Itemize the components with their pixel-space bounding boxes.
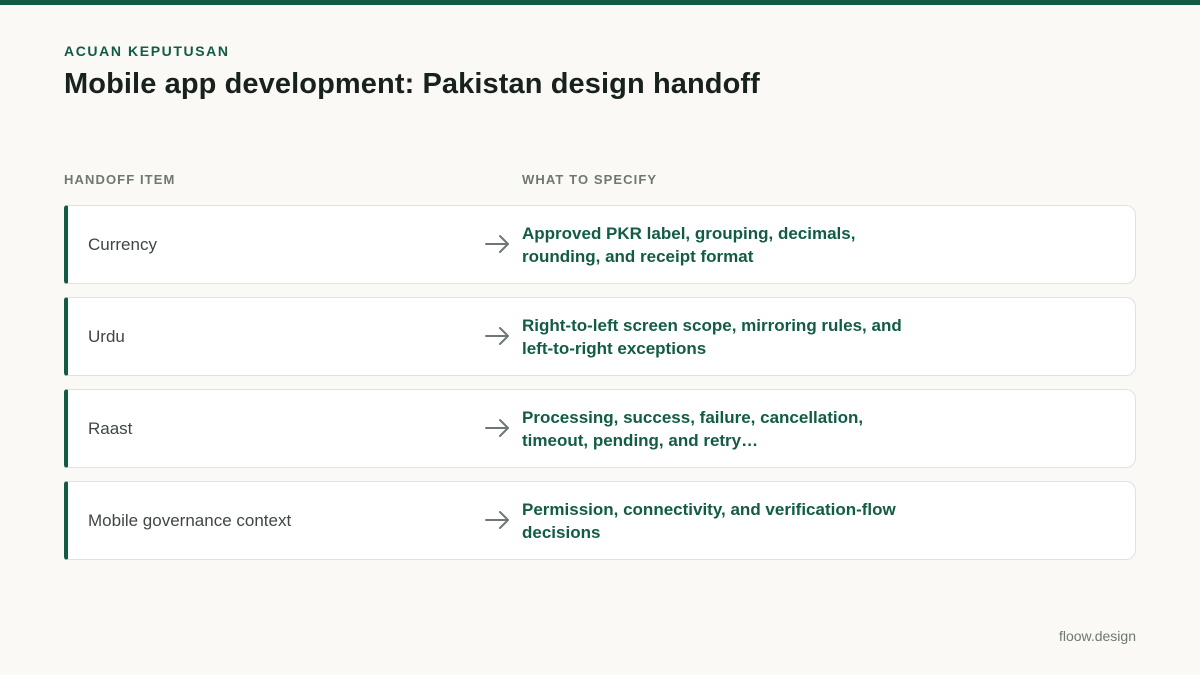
handoff-item-label: Raast	[88, 418, 133, 438]
arrow-right-icon	[485, 327, 509, 345]
table-row: Urdu Right-to-left screen scope, mirrori…	[64, 297, 1136, 376]
table-row: Currency Approved PKR label, grouping, d…	[64, 205, 1136, 284]
handoff-table: Currency Approved PKR label, grouping, d…	[64, 205, 1136, 573]
table-row: Mobile governance context Permission, co…	[64, 481, 1136, 560]
footer-brand: floow.design	[1058, 628, 1136, 644]
handoff-item-label: Mobile governance context	[88, 510, 292, 530]
page-title: Mobile app development: Pakistan design …	[64, 68, 760, 100]
handoff-item-label: Urdu	[88, 326, 125, 346]
handoff-spec-text: Permission, connectivity, and verificati…	[522, 499, 896, 542]
handoff-spec-text: Approved PKR label, grouping, decimals, …	[522, 223, 856, 266]
column-header-handoff-item: HANDOFF ITEM	[64, 172, 176, 187]
eyebrow-label: ACUAN KEPUTUSAN	[64, 43, 230, 59]
handoff-item-label: Currency	[88, 234, 157, 254]
handoff-spec-text: Right-to-left screen scope, mirroring ru…	[522, 315, 902, 358]
table-row: Raast Processing, success, failure, canc…	[64, 389, 1136, 468]
top-accent-bar	[0, 0, 1200, 5]
arrow-right-icon	[485, 419, 509, 437]
handoff-spec-text: Processing, success, failure, cancellati…	[522, 407, 864, 450]
arrow-right-icon	[485, 511, 509, 529]
column-header-what-to-specify: WHAT TO SPECIFY	[522, 172, 658, 187]
arrow-right-icon	[485, 235, 509, 253]
